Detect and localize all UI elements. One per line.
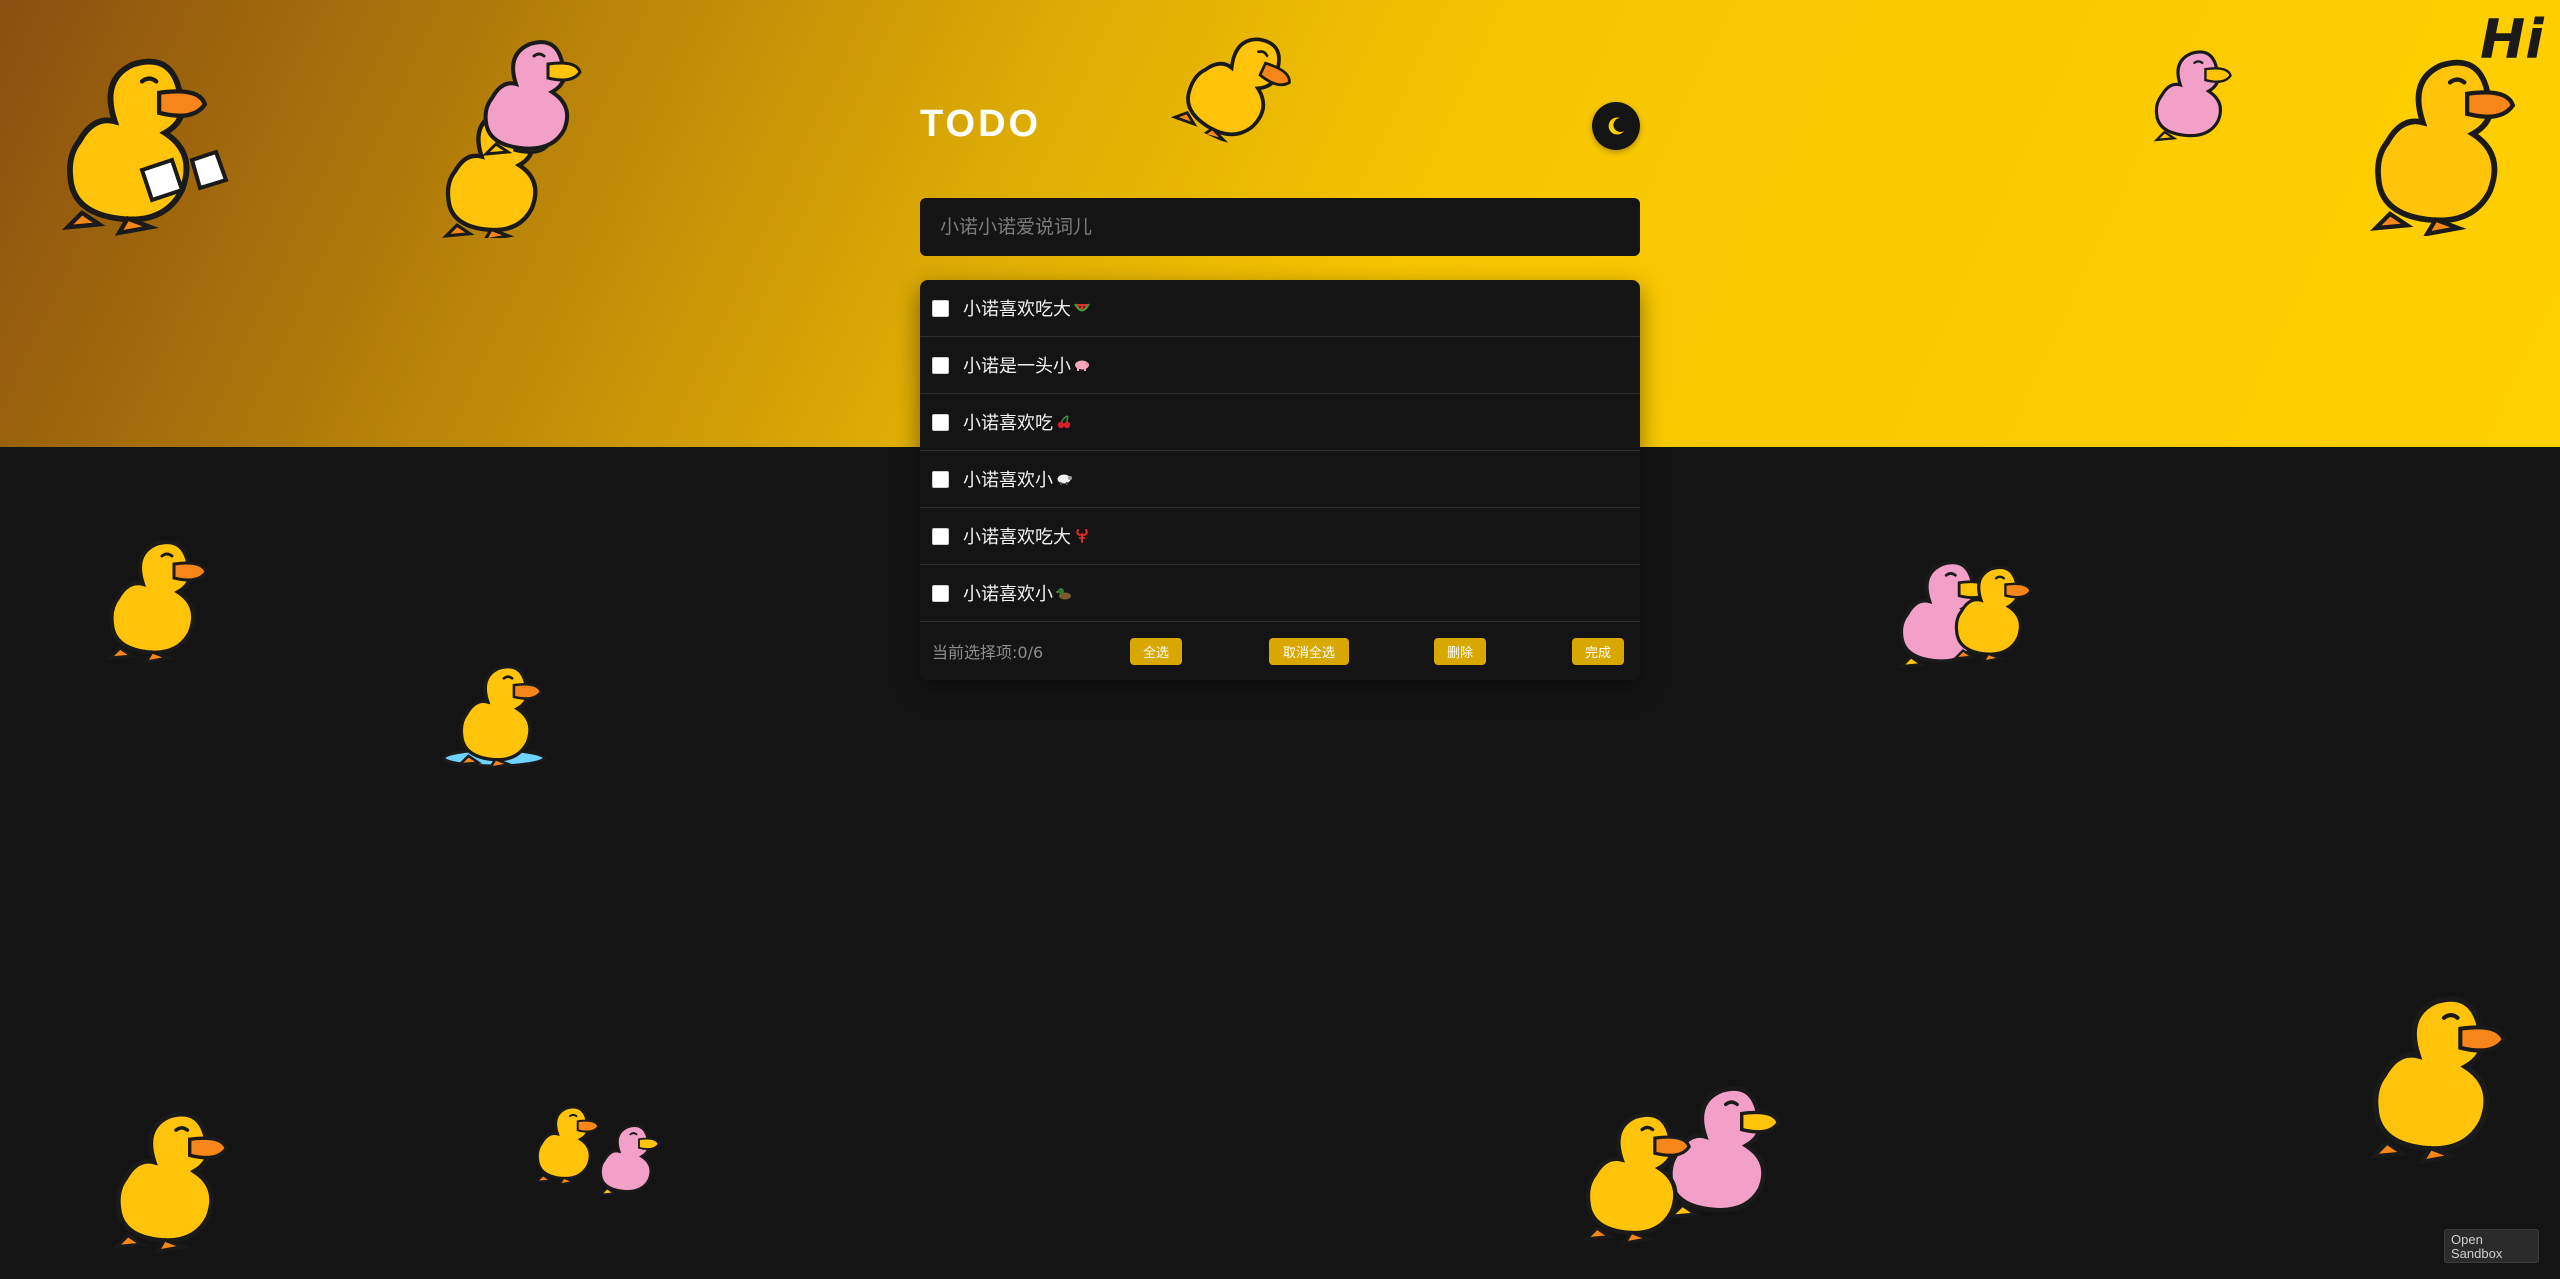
duck-sticker-thumbs-up (22, 20, 232, 250)
list-item: 小诺是一头小 (920, 337, 1640, 394)
cherries-icon (1057, 415, 1071, 429)
todo-checkbox[interactable] (932, 356, 949, 374)
todo-checkbox[interactable] (932, 299, 949, 317)
todo-text: 小诺喜欢小 (963, 584, 1053, 605)
todo-checkbox[interactable] (932, 527, 949, 545)
todo-footer: 当前选择项:0/6 全选 取消全选 删除 完成 (920, 622, 1640, 680)
duck-sticker-sleepy (80, 1074, 240, 1264)
todo-app: TODO (920, 100, 1640, 160)
lobster-icon (1076, 529, 1088, 543)
todo-checkbox[interactable] (932, 584, 949, 602)
duck-sticker-hug-pair (1552, 1046, 1792, 1246)
todo-checkbox[interactable] (932, 413, 949, 431)
watermelon-icon (1074, 303, 1090, 312)
app-header: TODO (920, 100, 1640, 160)
todo-checkbox[interactable] (932, 470, 949, 488)
pig-icon (1075, 360, 1089, 371)
duck-sticker-hi: Hi (2330, 6, 2555, 236)
todo-text: 小诺是一头小 (963, 356, 1071, 377)
selected-count: 当前选择项:0/6 (932, 643, 1044, 662)
duck-sticker-hugging (78, 500, 218, 680)
select-all-button[interactable]: 全选 (1130, 637, 1182, 665)
todo-text: 小诺喜欢吃大 (963, 527, 1071, 548)
duck-sticker-shy (2330, 954, 2520, 1174)
delete-button[interactable]: 删除 (1434, 637, 1486, 665)
list-item: 小诺喜欢小 (920, 565, 1640, 622)
list-item: 小诺喜欢吃大 (920, 508, 1640, 565)
duck-sticker-pink-hug (412, 18, 592, 238)
new-todo-input[interactable] (920, 198, 1640, 256)
complete-button[interactable]: 完成 (1572, 637, 1624, 665)
todo-text: 小诺喜欢小 (963, 470, 1053, 491)
duck-sticker-family (516, 1078, 666, 1208)
todo-text: 小诺喜欢吃大 (963, 299, 1071, 320)
cancel-select-all-button[interactable]: 取消全选 (1269, 637, 1349, 665)
todo-list: 小诺喜欢吃大 小诺是一头小 小诺喜欢吃 小诺喜欢小 小诺喜欢吃大 小诺喜欢小 当… (920, 280, 1640, 680)
duck-icon (1056, 588, 1071, 600)
list-item: 小诺喜欢小 (920, 451, 1640, 508)
moon-icon (1608, 117, 1624, 135)
duck-sticker-pink-small (2130, 18, 2240, 158)
hi-text: Hi (2480, 8, 2545, 71)
list-item: 小诺喜欢吃大 (920, 280, 1640, 337)
app-title: TODO (920, 103, 1042, 145)
open-sandbox-button[interactable]: Open Sandbox (2444, 1229, 2539, 1263)
theme-toggle-button[interactable] (1592, 102, 1640, 150)
list-item: 小诺喜欢吃 (920, 394, 1640, 451)
todo-text: 小诺喜欢吃 (963, 413, 1053, 434)
duck-sticker-pink-yellow-pair (1870, 520, 2040, 690)
sheep-icon (1057, 474, 1072, 485)
duck-sticker-laughing (432, 648, 552, 768)
